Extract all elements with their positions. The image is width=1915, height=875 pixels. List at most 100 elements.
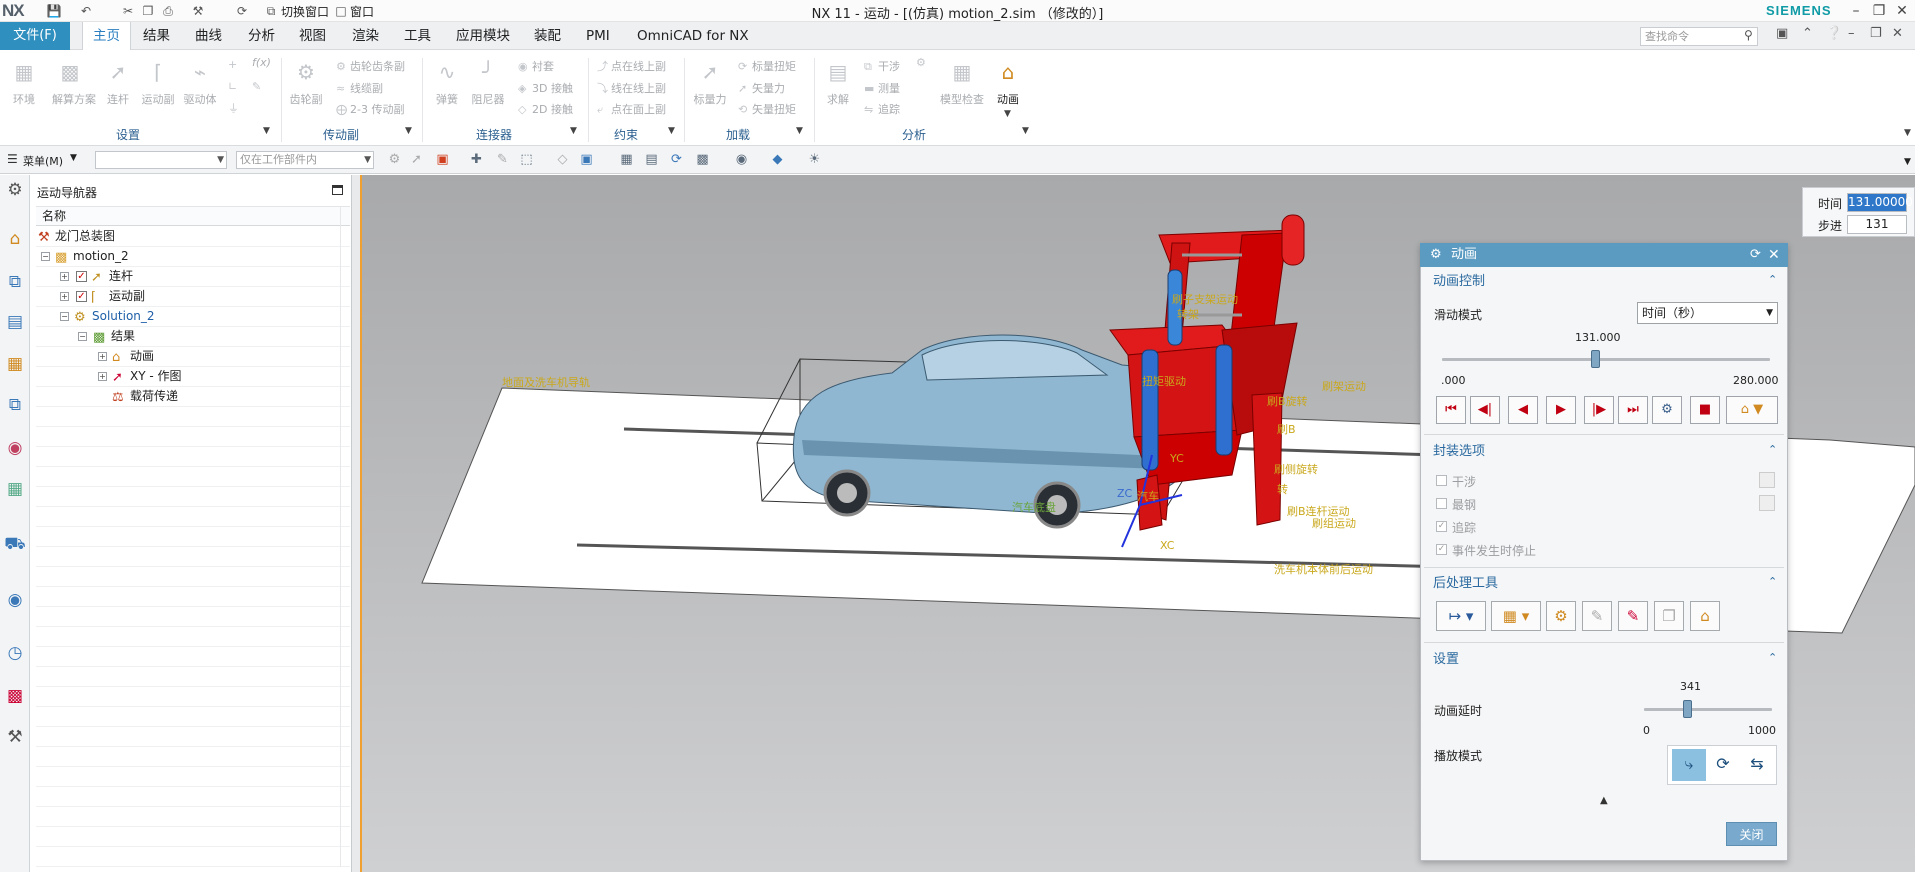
tab-assemblies[interactable]: 装配 bbox=[524, 22, 571, 50]
history-icon[interactable]: ⛟ bbox=[3, 532, 27, 556]
solve-button[interactable]: ▤ 求解 bbox=[820, 58, 856, 107]
less-options-icon[interactable]: ▲ bbox=[1600, 795, 1608, 806]
drive-group-more-icon[interactable]: ▼ bbox=[405, 126, 412, 136]
select-feature-icon[interactable]: ➚ bbox=[408, 151, 425, 169]
measure-tool-button[interactable]: ↦ ▾ bbox=[1436, 601, 1486, 631]
contact-2d-button[interactable]: ◇ 2D 接触 bbox=[518, 101, 573, 117]
tree-row[interactable]: − ▩ motion_2 bbox=[36, 247, 350, 267]
toolbar-options-icon[interactable]: ▼ bbox=[1904, 157, 1911, 167]
bushing-button[interactable]: ◉ 衬套 bbox=[518, 58, 554, 74]
component-icon[interactable]: ◇ bbox=[554, 151, 571, 169]
rectangle-select-icon[interactable]: ⬚ bbox=[518, 151, 535, 169]
assembly-navigator-icon[interactable]: ⧉ bbox=[3, 270, 27, 294]
options-icon[interactable]: ⚙ bbox=[916, 56, 930, 69]
tree-row[interactable]: ⚖ 载荷传递 bbox=[36, 387, 350, 407]
command-search-input[interactable]: 查找命令 bbox=[1640, 27, 1758, 46]
doc-minimize-icon[interactable]: – bbox=[1848, 26, 1855, 41]
tab-analysis[interactable]: 分析 bbox=[238, 22, 285, 50]
measure-checkbox[interactable] bbox=[1436, 498, 1447, 509]
settings-gear-icon[interactable]: ⚙ bbox=[3, 178, 27, 202]
tab-render[interactable]: 渲染 bbox=[342, 22, 389, 50]
body-select-icon[interactable]: ▣ bbox=[578, 151, 595, 169]
vector-torque-button[interactable]: ⟲ 矢量扭矩 bbox=[738, 101, 796, 117]
constraint-navigator-icon[interactable]: ▤ bbox=[3, 310, 27, 334]
roles-icon[interactable]: ⚒ bbox=[3, 725, 27, 749]
window-menu[interactable]: 窗口 bbox=[350, 3, 374, 20]
tab-home[interactable]: 主页 bbox=[82, 22, 131, 50]
section-post-tools[interactable]: 后处理工具 bbox=[1433, 572, 1498, 596]
restore-icon[interactable]: ❐ bbox=[1869, 1, 1889, 21]
export-tool-button[interactable]: ⌂ bbox=[1690, 601, 1720, 631]
contact-3d-button[interactable]: ◈ 3D 接触 bbox=[518, 80, 573, 96]
switch-window-icon[interactable]: ⧉ bbox=[263, 3, 279, 19]
spring-button[interactable]: ∿ 弹簧 bbox=[429, 58, 465, 107]
section-animation-control[interactable]: 动画控制 bbox=[1433, 270, 1485, 294]
expand-icon[interactable]: + bbox=[60, 292, 69, 301]
measure-button[interactable]: ▬ 测量 bbox=[864, 80, 900, 96]
rotate-icon[interactable]: ⟳ bbox=[668, 151, 685, 169]
tab-results[interactable]: 结果 bbox=[133, 22, 180, 50]
web-browser-icon[interactable]: ▦ bbox=[3, 477, 27, 501]
step-forward-button[interactable]: |▶ bbox=[1584, 396, 1614, 424]
main-menu-button[interactable]: 菜单(M) bbox=[23, 153, 63, 169]
interference-checkbox[interactable] bbox=[1436, 475, 1447, 486]
section-package-options[interactable]: 封装选项 bbox=[1433, 440, 1485, 464]
vector-force-button[interactable]: ➚ 矢量力 bbox=[738, 80, 785, 96]
play-once-icon[interactable]: ⤷ bbox=[1672, 749, 1706, 781]
scalar-torque-button[interactable]: ⟳ 标量扭矩 bbox=[738, 58, 796, 74]
connector-group-more-icon[interactable]: ▼ bbox=[570, 126, 577, 136]
step-back-button[interactable]: ◀| bbox=[1470, 396, 1500, 424]
load-group-more-icon[interactable]: ▼ bbox=[796, 126, 803, 136]
collapse-section-icon[interactable]: ⌃ bbox=[1768, 651, 1777, 664]
copy-icon[interactable]: ❐ bbox=[140, 3, 156, 19]
collapse-icon[interactable]: − bbox=[41, 252, 50, 261]
gear-pair-button[interactable]: ⚙ 齿轮副 bbox=[288, 58, 324, 107]
tree-row[interactable]: + ⌂ 动画 bbox=[36, 347, 350, 367]
dialog-gear-icon[interactable]: ⚙ bbox=[1430, 243, 1442, 267]
damper-button[interactable]: ╯ 阻尼器 bbox=[470, 58, 506, 107]
shaded-icon[interactable]: ◆ bbox=[769, 151, 786, 169]
collapse-section-icon[interactable]: ⌃ bbox=[1768, 443, 1777, 456]
collapse-ribbon-icon[interactable]: ⌃ bbox=[1802, 26, 1813, 41]
close-icon[interactable]: ✕ bbox=[1892, 1, 1912, 21]
rack-pinion-button[interactable]: ⚙ 齿轮齿条副 bbox=[336, 58, 405, 74]
view-orient-icon[interactable]: ◉ bbox=[733, 151, 750, 169]
main-menu-dropdown-icon[interactable]: ▼ bbox=[70, 153, 77, 163]
switch-window-button[interactable]: 切换窗口 bbox=[281, 3, 329, 20]
select-edge-icon[interactable]: ✎ bbox=[494, 151, 511, 169]
tree-row[interactable]: + ➚ XY - 作图 bbox=[36, 367, 350, 387]
edit-tool-button[interactable]: ✎ bbox=[1582, 601, 1612, 631]
measure-icon[interactable]: ∟ bbox=[228, 80, 242, 93]
minimize-icon[interactable]: – bbox=[1846, 1, 1866, 21]
close-button[interactable]: 关闭 bbox=[1726, 822, 1777, 846]
tracer-tool-button[interactable]: ✎ bbox=[1618, 601, 1648, 631]
point-on-curve-button[interactable]: ⤴ 点在线上副 bbox=[597, 58, 666, 74]
hd3d-icon[interactable]: ◉ bbox=[3, 436, 27, 460]
delay-slider-track[interactable] bbox=[1644, 708, 1772, 711]
render-style-icon[interactable]: ▩ bbox=[694, 151, 711, 169]
stop-button[interactable]: ■ bbox=[1690, 396, 1720, 424]
tree-row[interactable]: + ✓ ➚ 连杆 bbox=[36, 267, 350, 287]
measure-options-button[interactable] bbox=[1759, 495, 1775, 511]
save-icon[interactable]: 💾 bbox=[46, 3, 62, 19]
lighting-icon[interactable]: ☀ bbox=[806, 151, 823, 169]
first-frame-button[interactable]: ⏮ bbox=[1436, 396, 1466, 424]
tab-omnicad[interactable]: OmniCAD for NX bbox=[627, 22, 759, 50]
snapshot-button[interactable]: ⌂ ▼ bbox=[1726, 396, 1778, 424]
dialog-close-icon[interactable]: ✕ bbox=[1768, 243, 1780, 267]
constraint-group-more-icon[interactable]: ▼ bbox=[668, 126, 675, 136]
undo-icon[interactable]: ↶ bbox=[78, 3, 94, 19]
window-icon[interactable]: □ bbox=[333, 3, 349, 19]
tab-curve[interactable]: 曲线 bbox=[185, 22, 232, 50]
menu-icon[interactable]: ☰ bbox=[7, 152, 18, 166]
tree-row[interactable]: − ⚙ Solution_2 bbox=[36, 307, 350, 327]
scalar-force-button[interactable]: ➚ 标量力 bbox=[692, 58, 728, 107]
trace-checkbox[interactable]: ✓ bbox=[1436, 521, 1447, 532]
command-finder-icon[interactable]: ⚒ bbox=[190, 3, 206, 19]
help-icon[interactable]: ❔ bbox=[1826, 26, 1842, 41]
snap-point-icon[interactable]: ✚ bbox=[468, 151, 485, 169]
color-palette-icon[interactable]: ▩ bbox=[3, 684, 27, 708]
expand-icon[interactable]: + bbox=[60, 272, 69, 281]
time-slider-thumb[interactable] bbox=[1590, 350, 1600, 368]
part-navigator-icon[interactable]: ▦ bbox=[3, 352, 27, 376]
